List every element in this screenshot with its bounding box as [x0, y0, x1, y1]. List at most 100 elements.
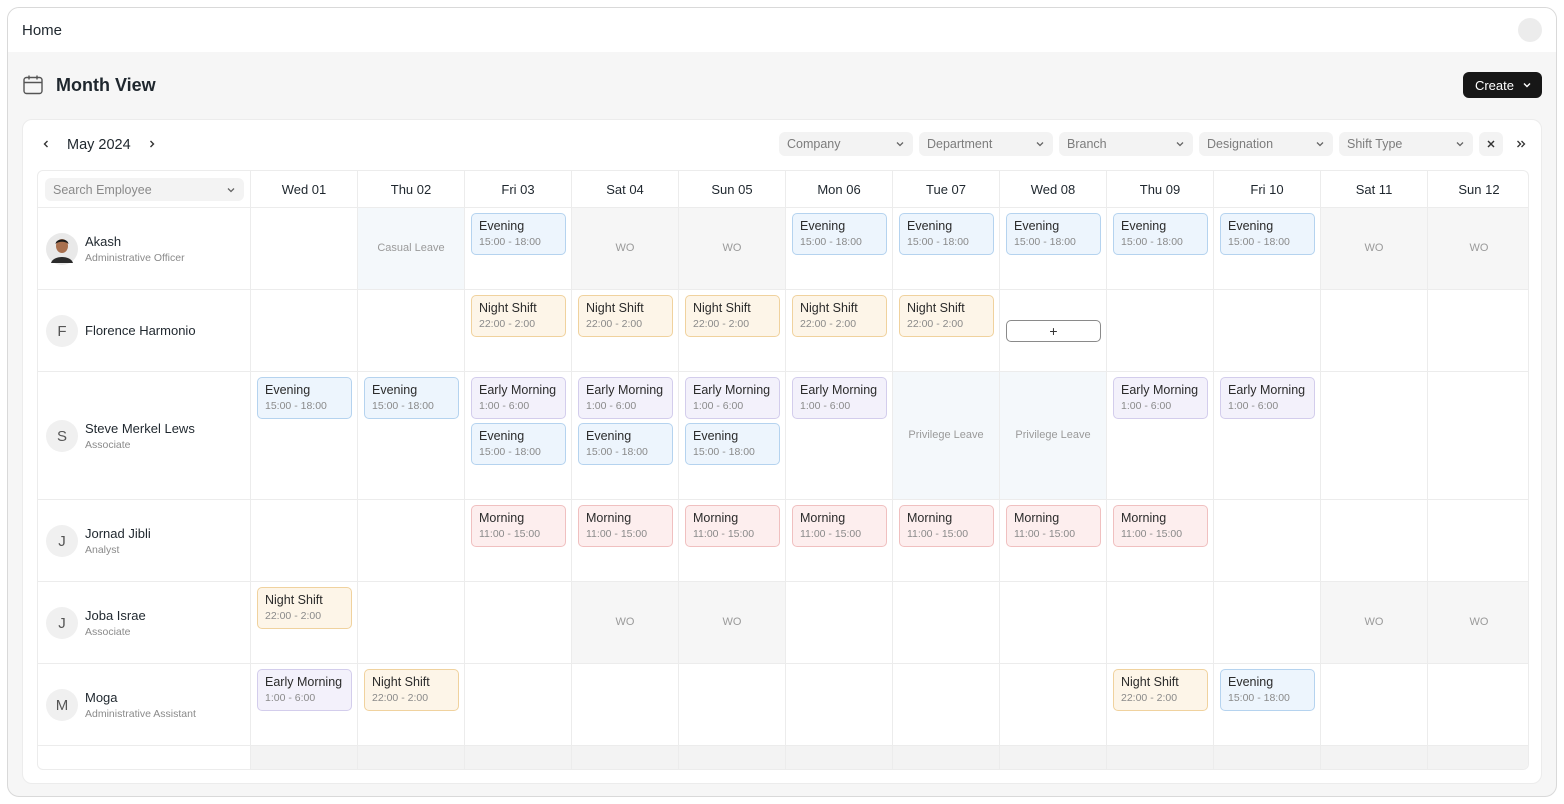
day-cell[interactable]: Evening 15:00 - 18:00	[1107, 208, 1214, 290]
day-cell[interactable]: Casual Leave	[358, 208, 465, 290]
day-cell[interactable]	[251, 208, 358, 290]
day-cell[interactable]: Early Morning 1:00 - 6:00 Evening 15:00 - 1…	[465, 372, 572, 500]
day-cell[interactable]: Early Morning 1:00 - 6:00	[1214, 372, 1321, 500]
shift-card[interactable]: Early Morning 1:00 - 6:00	[1220, 377, 1315, 419]
day-cell[interactable]	[1214, 500, 1321, 582]
day-cell[interactable]: Night Shift 22:00 - 2:00	[572, 290, 679, 372]
day-cell[interactable]	[1428, 746, 1528, 769]
employee-cell[interactable]: S Steve Merkel Lews Associate	[38, 372, 251, 500]
shift-card[interactable]: Early Morning 1:00 - 6:00	[685, 377, 780, 419]
employee-cell[interactable]: F Florence Harmonio	[38, 290, 251, 372]
day-cell[interactable]	[893, 664, 1000, 746]
day-cell[interactable]	[1214, 746, 1321, 769]
shift-card[interactable]: Evening 15:00 - 18:00	[364, 377, 459, 419]
prev-month-button[interactable]	[37, 136, 55, 154]
filter-shift-type[interactable]: Shift Type	[1339, 132, 1473, 156]
day-cell[interactable]	[1321, 372, 1428, 500]
day-cell[interactable]: WO	[1321, 208, 1428, 290]
day-cell[interactable]: WO	[679, 582, 786, 664]
day-cell[interactable]	[1000, 746, 1107, 769]
add-shift-button[interactable]: +	[1006, 320, 1101, 342]
day-cell[interactable]: Privilege Leave	[893, 372, 1000, 500]
day-cell[interactable]	[1428, 664, 1528, 746]
shift-card[interactable]: Night Shift 22:00 - 2:00	[471, 295, 566, 337]
day-cell[interactable]: Evening 15:00 - 18:00	[358, 372, 465, 500]
employee-cell[interactable]: M Moga Administrative Assistant	[38, 664, 251, 746]
user-avatar[interactable]	[1518, 18, 1542, 42]
day-cell[interactable]: Morning 11:00 - 15:00	[786, 500, 893, 582]
day-cell[interactable]: Night Shift 22:00 - 2:00	[893, 290, 1000, 372]
day-cell[interactable]: Night Shift 22:00 - 2:00	[679, 290, 786, 372]
shift-card[interactable]: Evening 15:00 - 18:00	[685, 423, 780, 465]
day-cell[interactable]: Morning 11:00 - 15:00	[1107, 500, 1214, 582]
day-cell[interactable]: Evening 15:00 - 18:00	[251, 372, 358, 500]
day-cell[interactable]	[1321, 664, 1428, 746]
day-cell[interactable]: Evening 15:00 - 18:00	[786, 208, 893, 290]
shift-card[interactable]: Evening 15:00 - 18:00	[1006, 213, 1101, 255]
shift-card[interactable]: Evening 15:00 - 18:00	[471, 423, 566, 465]
day-cell[interactable]: Evening 15:00 - 18:00	[893, 208, 1000, 290]
day-cell[interactable]	[893, 746, 1000, 769]
day-cell[interactable]: Morning 11:00 - 15:00	[679, 500, 786, 582]
shift-card[interactable]: Night Shift 22:00 - 2:00	[364, 669, 459, 711]
day-cell[interactable]	[1214, 582, 1321, 664]
shift-card[interactable]: Evening 15:00 - 18:00	[471, 213, 566, 255]
day-cell[interactable]: WO	[1428, 582, 1528, 664]
shift-card[interactable]: Early Morning 1:00 - 6:00	[578, 377, 673, 419]
search-employee-select[interactable]: Search Employee	[45, 178, 244, 201]
day-cell[interactable]: Early Morning 1:00 - 6:00 Evening 15:00 - 1…	[572, 372, 679, 500]
day-cell[interactable]: Early Morning 1:00 - 6:00	[251, 664, 358, 746]
day-cell[interactable]	[358, 290, 465, 372]
shift-card[interactable]: Evening 15:00 - 18:00	[1220, 213, 1315, 255]
shift-card[interactable]: Morning 11:00 - 15:00	[1006, 505, 1101, 547]
day-cell[interactable]: +	[1000, 290, 1107, 372]
day-cell[interactable]	[1321, 290, 1428, 372]
day-cell[interactable]	[465, 746, 572, 769]
shift-card[interactable]: Evening 15:00 - 18:00	[792, 213, 887, 255]
shift-card[interactable]: Early Morning 1:00 - 6:00	[1113, 377, 1208, 419]
day-cell[interactable]: Morning 11:00 - 15:00	[572, 500, 679, 582]
shift-card[interactable]: Morning 11:00 - 15:00	[471, 505, 566, 547]
employee-cell[interactable]	[38, 746, 251, 769]
day-cell[interactable]: Early Morning 1:00 - 6:00 Evening 15:00 - 1…	[679, 372, 786, 500]
day-cell[interactable]	[893, 582, 1000, 664]
collapse-filters-button[interactable]	[1509, 132, 1533, 156]
day-cell[interactable]	[251, 500, 358, 582]
filter-designation[interactable]: Designation	[1199, 132, 1333, 156]
day-cell[interactable]	[1214, 290, 1321, 372]
day-cell[interactable]	[1428, 290, 1528, 372]
day-cell[interactable]	[1107, 290, 1214, 372]
create-button[interactable]: Create	[1462, 72, 1542, 98]
day-cell[interactable]: WO	[572, 208, 679, 290]
day-cell[interactable]	[465, 582, 572, 664]
shift-card[interactable]: Night Shift 22:00 - 2:00	[257, 587, 352, 629]
day-cell[interactable]	[1428, 372, 1528, 500]
shift-card[interactable]: Morning 11:00 - 15:00	[685, 505, 780, 547]
shift-card[interactable]: Morning 11:00 - 15:00	[899, 505, 994, 547]
day-cell[interactable]	[1321, 500, 1428, 582]
day-cell[interactable]: Night Shift 22:00 - 2:00	[465, 290, 572, 372]
day-cell[interactable]: Morning 11:00 - 15:00	[465, 500, 572, 582]
day-cell[interactable]: Morning 11:00 - 15:00	[1000, 500, 1107, 582]
day-cell[interactable]: Evening 15:00 - 18:00	[1214, 664, 1321, 746]
day-cell[interactable]: Night Shift 22:00 - 2:00	[1107, 664, 1214, 746]
shift-card[interactable]: Morning 11:00 - 15:00	[792, 505, 887, 547]
shift-card[interactable]: Night Shift 22:00 - 2:00	[685, 295, 780, 337]
shift-card[interactable]: Morning 11:00 - 15:00	[1113, 505, 1208, 547]
next-month-button[interactable]	[143, 136, 161, 154]
day-cell[interactable]: Evening 15:00 - 18:00	[465, 208, 572, 290]
day-cell[interactable]	[358, 746, 465, 769]
day-cell[interactable]: WO	[1321, 582, 1428, 664]
day-cell[interactable]: Privilege Leave	[1000, 372, 1107, 500]
day-cell[interactable]	[786, 746, 893, 769]
shift-card[interactable]: Night Shift 22:00 - 2:00	[1113, 669, 1208, 711]
filter-company[interactable]: Company	[779, 132, 913, 156]
shift-card[interactable]: Evening 15:00 - 18:00	[1220, 669, 1315, 711]
day-cell[interactable]	[251, 746, 358, 769]
day-cell[interactable]	[358, 500, 465, 582]
shift-card[interactable]: Night Shift 22:00 - 2:00	[792, 295, 887, 337]
day-cell[interactable]	[679, 664, 786, 746]
day-cell[interactable]	[1321, 746, 1428, 769]
employee-cell[interactable]: J Jornad Jibli Analyst	[38, 500, 251, 582]
breadcrumb-home[interactable]: Home	[22, 22, 62, 39]
